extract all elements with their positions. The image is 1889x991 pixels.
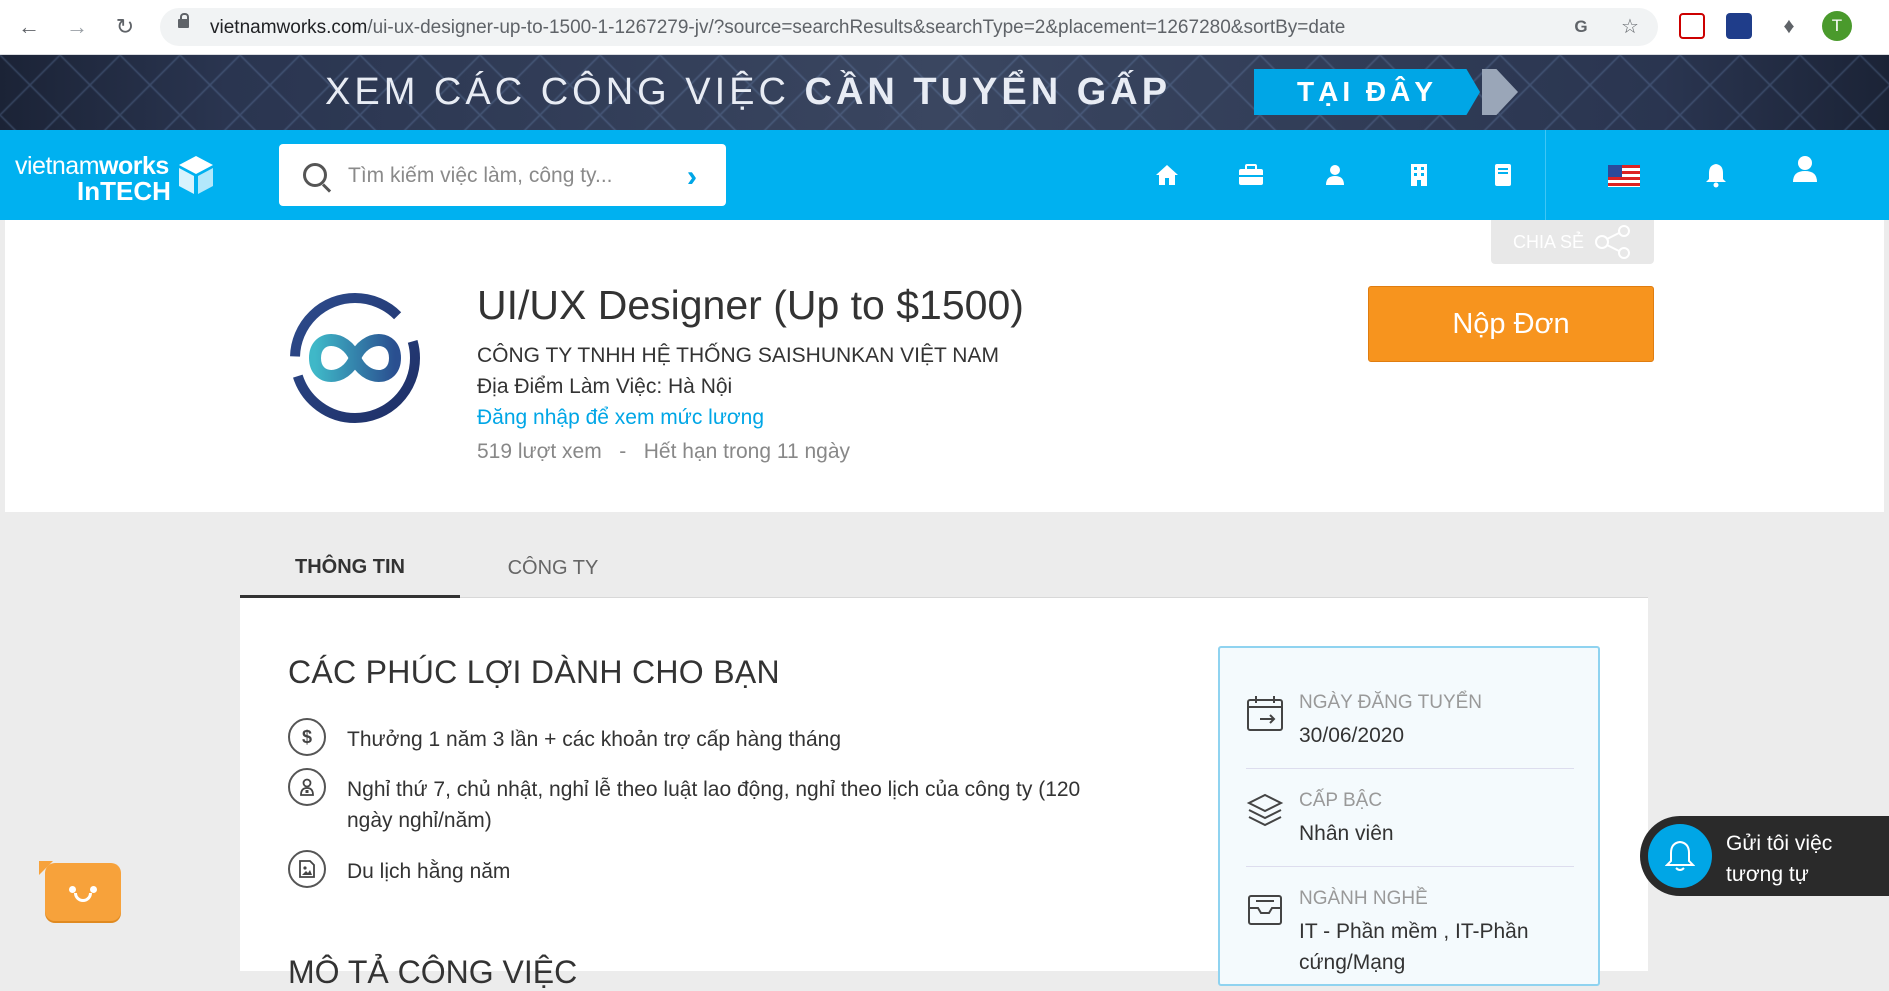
job-alert-text[interactable]: Gửi tôi việc tương tự — [1726, 828, 1876, 890]
home-icon[interactable] — [1152, 160, 1182, 190]
back-icon[interactable]: ← — [14, 12, 44, 42]
summary-label: NGÀY ĐĂNG TUYỂN — [1299, 692, 1483, 713]
picture-icon — [288, 850, 326, 888]
search-icon — [303, 163, 327, 187]
meta-separator: - — [619, 440, 627, 463]
tab-company[interactable]: CÔNG TY — [473, 540, 633, 597]
benefit-text: Du lịch hằng năm — [347, 860, 511, 883]
site-header: vietnamworks InTECH ›› — [0, 130, 1889, 220]
view-count: 519 lượt xem — [477, 440, 602, 463]
job-details-panel: CÁC PHÚC LỢI DÀNH CHO BẠN $ Thưởng 1 năm… — [240, 598, 1648, 990]
star-icon[interactable]: ☆ — [1619, 16, 1641, 38]
forward-icon[interactable]: → — [62, 12, 92, 42]
translate-icon[interactable]: G — [1570, 16, 1592, 38]
chatbot-icon[interactable] — [39, 861, 121, 921]
apply-button[interactable]: Nộp Đơn — [1368, 286, 1654, 362]
job-tabs: THÔNG TIN CÔNG TY — [240, 540, 1648, 599]
tab-info[interactable]: THÔNG TIN — [240, 540, 460, 599]
banner-cta-button[interactable]: TẠI ĐÂY — [1254, 69, 1480, 115]
building-icon[interactable] — [1404, 160, 1434, 190]
chatbot-eye — [69, 886, 76, 893]
job-header-card: CHIA SẺ UI/UX Designer (Up to $1500) CÔN… — [5, 220, 1884, 512]
dollar-icon: $ — [288, 718, 326, 756]
share-button[interactable]: CHIA SẺ — [1491, 220, 1654, 264]
benefit-text: Nghỉ thứ 7, chủ nhật, nghỉ lễ theo luật … — [347, 778, 1081, 832]
banner-headline: XEM CÁC CÔNG VIỆC CẦN TUYỂN GẤP — [325, 71, 1172, 113]
inbox-icon — [1248, 895, 1282, 925]
doctor-icon — [288, 768, 326, 806]
logo-cube-icon — [179, 156, 213, 194]
company-name[interactable]: CÔNG TY TNHH HỆ THỐNG SAISHUNKAN VIỆT NA… — [477, 344, 999, 368]
book-icon[interactable] — [1488, 160, 1518, 190]
summary-label: NGÀNH NGHỀ — [1299, 888, 1428, 909]
share-icon — [1595, 225, 1631, 259]
account-icon[interactable] — [1790, 154, 1820, 184]
layers-icon — [1246, 793, 1284, 827]
summary-divider — [1246, 768, 1574, 769]
url-text[interactable]: vietnamworks.com/ui-ux-designer-up-to-15… — [210, 17, 1345, 39]
summary-divider — [1246, 866, 1574, 867]
company-logo[interactable] — [287, 290, 423, 426]
briefcase-icon[interactable] — [1236, 160, 1266, 190]
job-alert-widget[interactable]: Gửi tôi việc tương tự — [1640, 816, 1889, 896]
summary-value: 30/06/2020 — [1299, 724, 1405, 747]
expiry-text: Hết hạn trong 11 ngày — [643, 440, 851, 463]
job-title: UI/UX Designer (Up to $1500) — [477, 282, 1024, 328]
header-divider — [1545, 130, 1546, 220]
extensions-puzzle-icon[interactable]: ♦ — [1776, 13, 1802, 39]
promo-banner[interactable]: XEM CÁC CÔNG VIỆC CẦN TUYỂN GẤP TẠI ĐÂY — [0, 55, 1889, 130]
bell-icon[interactable] — [1648, 824, 1712, 888]
search-input[interactable] — [346, 158, 680, 194]
user-tie-icon[interactable] — [1320, 160, 1350, 190]
profile-avatar[interactable]: T — [1822, 11, 1852, 41]
us-flag-icon[interactable] — [1608, 165, 1640, 187]
calendar-icon — [1247, 696, 1283, 731]
benefits-heading: CÁC PHÚC LỢI DÀNH CHO BẠN — [288, 654, 780, 690]
extension-book-icon[interactable] — [1726, 13, 1752, 39]
job-summary-box: NGÀY ĐĂNG TUYỂN 30/06/2020 CẤP BẬC Nhân … — [1218, 646, 1600, 986]
bell-icon[interactable] — [1701, 160, 1731, 190]
chatbot-eye — [90, 886, 97, 893]
benefit-text: Thưởng 1 năm 3 lần + các khoản trợ cấp h… — [347, 728, 841, 751]
job-location: Địa Điểm Làm Việc: Hà Nội — [477, 375, 733, 398]
job-description-heading: MÔ TẢ CÔNG VIỆC — [288, 954, 578, 990]
search-box: ›› — [279, 144, 726, 206]
login-to-view-salary-link[interactable]: Đăng nhập để xem mức lương — [477, 406, 764, 430]
summary-value: Nhân viên — [1299, 822, 1394, 845]
address-bar[interactable]: vietnamworks.com/ui-ux-designer-up-to-15… — [160, 8, 1658, 46]
summary-value[interactable]: IT - Phần mềm , IT-Phần cứng/Mạng — [1299, 916, 1569, 978]
reload-icon[interactable]: ↻ — [110, 12, 140, 42]
lock-icon — [178, 13, 189, 28]
job-meta: 519 lượt xem - Hết hạn trong 11 ngày — [477, 440, 850, 464]
summary-label: CẤP BẬC — [1299, 790, 1383, 811]
browser-toolbar: ← → ↻ vietnamworks.com/ui-ux-designer-up… — [0, 0, 1889, 55]
extension-shield-icon[interactable] — [1679, 13, 1705, 39]
site-logo[interactable]: vietnamworks InTECH — [15, 154, 171, 205]
chatbot-smile — [74, 893, 92, 902]
